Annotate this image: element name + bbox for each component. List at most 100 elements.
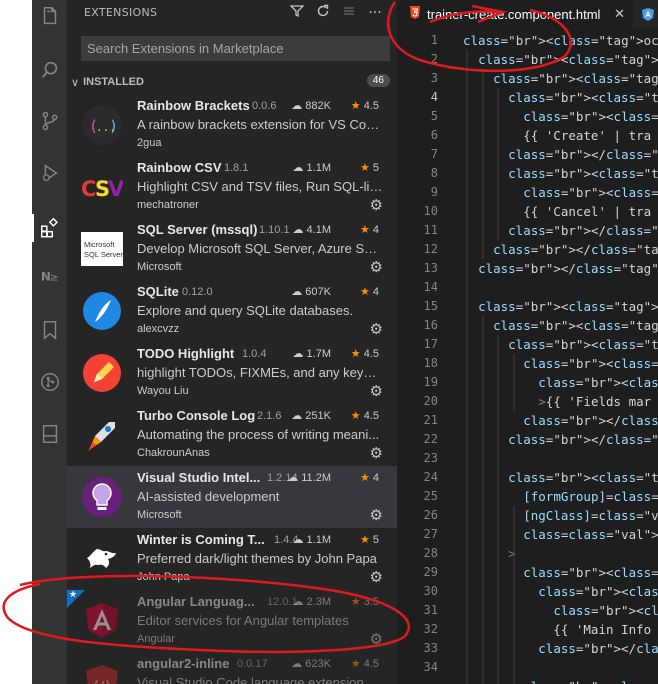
nx-console-icon[interactable]: N ≥ <box>32 258 67 294</box>
code-line[interactable]: class="br"></class="tag">small> <box>463 411 658 430</box>
code-line[interactable]: class="br"><class="tag">ng-template ocPa… <box>463 297 658 316</box>
rating: ★ 4 <box>359 472 379 484</box>
close-icon[interactable]: ✕ <box>614 7 625 22</box>
gear-icon[interactable]: ⚙ <box>370 321 383 337</box>
line-number: 24 <box>423 470 438 484</box>
code-line[interactable]: class="br"><class="tag">div class=class=… <box>463 316 658 335</box>
code-line[interactable]: class="br"><class="tag">button (click)=c… <box>463 164 658 183</box>
code-line[interactable]: class="br"><class="tag">span class=class… <box>463 373 658 392</box>
code-line[interactable]: {{ 'Cancel' | tra <box>463 202 658 221</box>
star-icon: ★ <box>350 100 361 112</box>
more-icon[interactable]: ··· <box>367 6 383 20</box>
html-file-icon <box>409 6 421 22</box>
sidebar-panel-icon[interactable] <box>32 416 67 452</box>
git-graph-icon[interactable] <box>32 364 67 400</box>
code-line[interactable]: class="br"><class="tag">div class=class=… <box>463 563 658 582</box>
code-line[interactable]: class="br"><class="tag">div class=class=… <box>463 677 658 684</box>
extension-version: 0.0.6 <box>252 100 277 112</box>
line-number: 14 <box>423 280 438 294</box>
run-debug-icon[interactable] <box>32 155 67 191</box>
code-line[interactable]: class="br"><class="tag">oc-page> <box>463 31 658 50</box>
code-line[interactable]: class="br"></class="tag">div> <box>463 240 658 259</box>
list-item[interactable]: (...) Rainbow Brackets 0.0.6 ☁ 882K ★ 4.… <box>67 94 397 156</box>
gear-icon[interactable]: ⚙ <box>370 631 383 647</box>
extension-publisher: Angular <box>137 633 175 645</box>
line-number: 2 <box>430 52 438 66</box>
download-count: ☁ 1.1M <box>292 162 331 174</box>
code-line[interactable]: [ngClass]=class="val">"{ 'was <box>463 506 658 525</box>
refresh-icon[interactable] <box>315 4 331 22</box>
gear-icon[interactable]: ⚙ <box>370 197 383 213</box>
code-line[interactable]: > <box>463 544 658 563</box>
extension-name: Rainbow Brackets <box>137 98 250 113</box>
rating: ★ 5 <box>359 162 379 174</box>
list-item[interactable]: CSV Rainbow CSV 1.8.1 ☁ 1.1M ★ 5 Highlig… <box>67 156 397 218</box>
list-item[interactable]: ★ Angular Languag... 12.0.1 ☁ 2.3M ★ 3.5… <box>67 590 397 652</box>
code-line[interactable] <box>463 658 658 677</box>
list-item[interactable]: TODO Highlight 1.0.4 ☁ 1.7M ★ 4.5 highli… <box>67 342 397 404</box>
code-line[interactable]: class="br"><class="tag">i class=class="v… <box>463 601 658 620</box>
code-line[interactable]: >{{ 'Fields mar <box>463 392 658 411</box>
search-input[interactable]: Search Extensions in Marketplace <box>81 36 390 61</box>
code-line[interactable]: class="br"></class="tag">button> <box>463 145 658 164</box>
code-line[interactable] <box>463 278 658 297</box>
clear-icon[interactable] <box>341 4 357 22</box>
gear-icon[interactable]: ⚙ <box>370 569 383 585</box>
angular-file-icon[interactable] <box>637 0 658 28</box>
code-line[interactable]: class="br"><class="tag">ng-template ocPa… <box>463 50 658 69</box>
extension-name: angular2-inline <box>137 656 230 671</box>
list-item[interactable]: Turbo Console Log 2.1.6 ☁ 251K ★ 4.5 Aut… <box>67 404 397 466</box>
extensions-sidebar: EXTENSIONS ··· Search Extensions in Mark… <box>67 0 397 684</box>
code-line[interactable]: class="br"><class="tag">button (click)=c… <box>463 88 658 107</box>
svg-text:SQL Server: SQL Server <box>84 250 123 259</box>
gear-icon[interactable]: ⚙ <box>370 507 383 523</box>
chevron-down-icon: ∨ <box>71 75 80 89</box>
list-item[interactable]: SQLite 0.12.0 ☁ 607K ★ 4 Explore and que… <box>67 280 397 342</box>
code-line[interactable]: class="br"></class="tag">h3> <box>463 639 658 658</box>
code-line[interactable]: class="br"><class="tag">form <box>463 468 658 487</box>
code-line[interactable]: class="br"><class="tag">i class=class="v… <box>463 183 658 202</box>
bookmarks-icon[interactable] <box>32 312 67 348</box>
extensions-icon[interactable] <box>32 210 67 246</box>
line-number: 28 <box>423 546 438 560</box>
extension-name: Angular Languag... <box>137 594 255 609</box>
sqlite-icon <box>81 290 123 332</box>
code-line[interactable]: class="br"><class="tag">i class=class="v… <box>463 107 658 126</box>
code-line[interactable]: class="br"><class="tag">div class=class=… <box>463 335 658 354</box>
code-line[interactable]: [formGroup]=class="val">"newT <box>463 487 658 506</box>
code-line[interactable] <box>463 449 658 468</box>
code-line[interactable]: class=class="val">"row" <box>463 525 658 544</box>
line-number: 30 <box>423 584 438 598</box>
code-line[interactable]: {{ 'Create' | tra <box>463 126 658 145</box>
gear-icon[interactable]: ⚙ <box>370 445 383 461</box>
gear-icon[interactable]: ⚙ <box>370 383 383 399</box>
line-number: 6 <box>430 128 438 142</box>
code-content[interactable]: class="br"><class="tag">oc-page> class="… <box>463 31 658 684</box>
line-number: 25 <box>423 489 438 503</box>
code-line[interactable]: class="br"></class="tag">ng-template> <box>463 259 658 278</box>
list-item[interactable]: {/} angular2-inline 0.0.17 ☁ 623K ★ 4.5 … <box>67 652 397 684</box>
code-line[interactable]: class="br"></class="tag">button> <box>463 221 658 240</box>
download-count: ☁ 1.7M <box>292 348 331 360</box>
extension-version: 0.12.0 <box>182 286 213 298</box>
line-number: 15 <box>423 299 438 313</box>
section-label: INSTALLED <box>83 76 144 88</box>
code-line[interactable]: {{ 'Main Info <box>463 620 658 639</box>
search-icon[interactable] <box>32 52 67 88</box>
gear-icon[interactable]: ⚙ <box>370 259 383 275</box>
code-line[interactable]: class="br"><class="tag">div class=class=… <box>463 69 658 88</box>
installed-section-header[interactable]: ∨ INSTALLED 46 <box>67 72 397 92</box>
list-item[interactable]: Microsoft SQL Server SQL Server (mssql) 1… <box>67 218 397 280</box>
line-number: 29 <box>423 565 438 579</box>
code-line[interactable]: class="br"></class="tag">div> <box>463 430 658 449</box>
source-control-icon[interactable] <box>32 103 67 139</box>
list-item[interactable]: Winter is Coming T... 1.4.4 ☁ 1.1M ★ 5 P… <box>67 528 397 590</box>
code-line[interactable]: class="br"><class="tag">h3 class=class="… <box>463 582 658 601</box>
files-icon[interactable] <box>32 0 67 34</box>
code-line[interactable]: class="br"><class="tag">small class=clas… <box>463 354 658 373</box>
list-item[interactable]: Visual Studio Intel... 1.2.14 ☁ 11.2M ★ … <box>67 466 397 528</box>
tab-trainer-create[interactable]: trainer-create.component.html ✕ <box>397 0 633 28</box>
line-number: 7 <box>430 147 438 161</box>
filter-icon[interactable] <box>289 4 305 22</box>
line-number: 4 <box>430 90 438 104</box>
